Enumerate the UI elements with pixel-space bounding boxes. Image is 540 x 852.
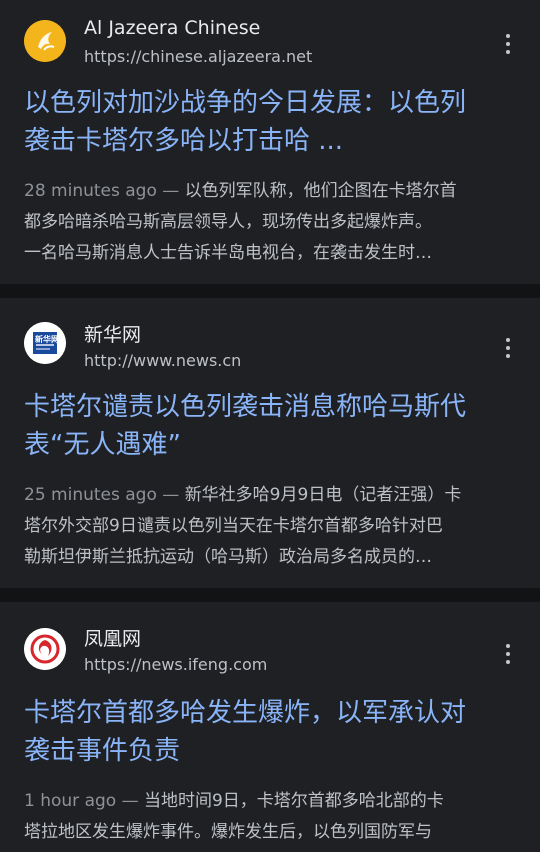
headline-line: 卡塔尔谴责以色列袭击消息称哈马斯代 — [24, 392, 467, 422]
headline-line: 以色列对加沙战争的今日发展：以色列 — [24, 88, 467, 118]
card-divider — [0, 284, 540, 298]
snippet-text: 新华社多哈9月9日电（记者汪强）卡 — [184, 485, 462, 505]
snippet-text: 当地时间9日，卡塔尔首都多哈北部的卡 — [143, 791, 444, 811]
source-name[interactable]: Al Jazeera Chinese — [84, 17, 260, 39]
news-result-card[interactable]: 新华网 新华网 http://www.news.cn 卡塔尔谴责以色列袭击消息称… — [0, 298, 540, 588]
headline-line: 表“无人遇难” — [24, 430, 181, 460]
snippet-line: 勒斯坦伊斯兰抵抗运动（哈马斯）政治局多名成员的… — [24, 547, 432, 567]
news-result-card[interactable]: Al Jazeera Chinese https://chinese.aljaz… — [0, 0, 540, 284]
timestamp: 1 hour ago — [24, 791, 117, 811]
snippet-line: 28 minutes ago — 以色列军队称，他们企图在卡塔尔首 — [24, 176, 520, 207]
source-url[interactable]: https://chinese.aljazeera.net — [84, 47, 312, 66]
headline-link[interactable]: 卡塔尔首都多哈发生爆炸，以军承认对 袭击事件负责 — [24, 694, 520, 770]
separator-dash: — — [156, 181, 185, 201]
snippet-text: 以色列军队称，他们企图在卡塔尔首 — [184, 181, 457, 201]
snippet-line: 塔尔外交部9日谴责以色列当天在卡塔尔首都多哈针对巴 — [24, 516, 443, 536]
snippet-line: 25 minutes ago — 新华社多哈9月9日电（记者汪强）卡 — [24, 480, 520, 511]
source-url[interactable]: http://www.news.cn — [84, 351, 241, 370]
more-options-icon[interactable] — [496, 32, 520, 56]
ifeng-logo — [24, 628, 66, 670]
snippet-line: 1 hour ago — 当地时间9日，卡塔尔首都多哈北部的卡 — [24, 786, 520, 817]
more-options-icon[interactable] — [496, 336, 520, 360]
snippet-line: 塔拉地区发生爆炸事件。爆炸发生后，以色列国防军与 — [24, 822, 432, 842]
source-name[interactable]: 新华网 — [84, 320, 141, 347]
al-jazeera-logo — [24, 20, 66, 62]
separator-dash: — — [156, 485, 185, 505]
card-divider — [0, 588, 540, 602]
timestamp: 25 minutes ago — [24, 485, 157, 505]
headline-line: 袭击卡塔尔多哈以打击哈 ... — [24, 126, 344, 156]
xinhua-logo-text: 新华网 — [35, 335, 59, 344]
snippet-line: 都多哈暗杀哈马斯高层领导人，现场传出多起爆炸声。 — [24, 212, 432, 232]
separator-dash: — — [116, 791, 144, 811]
news-feed: Al Jazeera Chinese https://chinese.aljaz… — [0, 0, 540, 852]
snippet: 1 hour ago — 当地时间9日，卡塔尔首都多哈北部的卡 塔拉地区发生爆炸… — [24, 786, 520, 848]
headline-link[interactable]: 以色列对加沙战争的今日发展：以色列 袭击卡塔尔多哈以打击哈 ... — [24, 84, 520, 160]
more-options-icon[interactable] — [496, 642, 520, 666]
timestamp: 28 minutes ago — [24, 181, 157, 201]
headline-line: 袭击事件负责 — [24, 736, 181, 766]
news-result-card[interactable]: 凤凰网 https://news.ifeng.com 卡塔尔首都多哈发生爆炸，以… — [0, 602, 540, 852]
xinhua-logo: 新华网 — [24, 322, 66, 364]
snippet: 28 minutes ago — 以色列军队称，他们企图在卡塔尔首 都多哈暗杀哈… — [24, 176, 520, 269]
headline-line: 卡塔尔首都多哈发生爆炸，以军承认对 — [24, 698, 467, 728]
source-name[interactable]: 凤凰网 — [84, 624, 141, 651]
snippet: 25 minutes ago — 新华社多哈9月9日电（记者汪强）卡 塔尔外交部… — [24, 480, 520, 573]
source-url[interactable]: https://news.ifeng.com — [84, 655, 267, 674]
headline-link[interactable]: 卡塔尔谴责以色列袭击消息称哈马斯代 表“无人遇难” — [24, 388, 520, 464]
snippet-line: 一名哈马斯消息人士告诉半岛电视台，在袭击发生时… — [24, 243, 432, 263]
